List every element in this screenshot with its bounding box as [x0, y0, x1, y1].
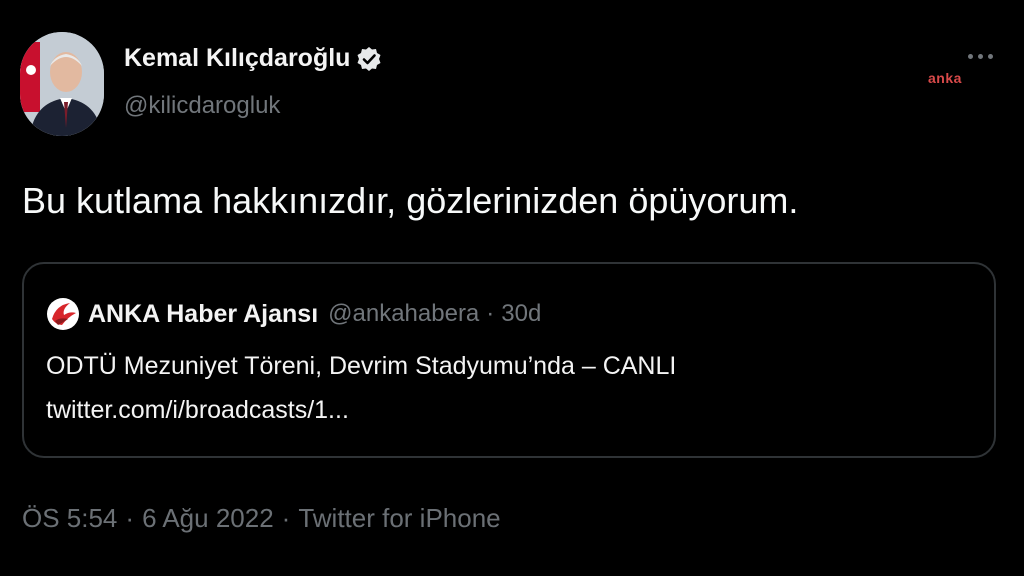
quoted-tweet-link[interactable]: twitter.com/i/broadcasts/1...: [46, 396, 349, 425]
author-handle[interactable]: @kilicdarogluk: [124, 92, 280, 120]
author-name-text: Kemal Kılıçdaroğlu: [124, 44, 351, 72]
separator-dot: ·: [281, 503, 291, 533]
more-dot: [987, 53, 993, 59]
tweet-source[interactable]: Twitter for iPhone: [298, 503, 500, 534]
tweet-screenshot: Kemal Kılıçdaroğlu @kilicdarogluk anka B…: [0, 0, 1024, 576]
tweet-footer: ÖS 5:54 · 6 Ağu 2022 · Twitter for iPhon…: [22, 503, 501, 534]
quoted-tweet-time[interactable]: 30d: [501, 300, 541, 328]
more-horizontal-icon: [967, 53, 973, 59]
quoted-tweet-text: ODTÜ Mezuniyet Töreni, Devrim Stadyumu’n…: [46, 352, 677, 380]
tweet-text: Bu kutlama hakkınızdır, gözlerinizden öp…: [22, 180, 799, 221]
tweet-time[interactable]: ÖS 5:54: [22, 503, 117, 534]
quoted-tweet-card[interactable]: ANKA Haber Ajansı @ankahabera · 30d ODTÜ…: [22, 262, 996, 458]
more-options-button[interactable]: [960, 46, 1000, 66]
quoted-tweet-header: ANKA Haber Ajansı @ankahabera · 30d: [46, 297, 541, 331]
quoted-author-handle[interactable]: @ankahabera: [328, 300, 479, 328]
quoted-author-name[interactable]: ANKA Haber Ajansı: [88, 300, 318, 329]
verified-badge-icon: [356, 46, 382, 72]
more-dot: [977, 53, 983, 59]
user-avatar-icon[interactable]: [20, 32, 104, 136]
separator-dot: ·: [486, 300, 495, 327]
separator-dot: ·: [125, 503, 135, 533]
anka-logo-icon: [46, 297, 80, 331]
watermark-logo: anka: [928, 70, 962, 86]
tweet-date[interactable]: 6 Ağu 2022: [142, 503, 274, 534]
author-name[interactable]: Kemal Kılıçdaroğlu: [124, 44, 382, 73]
